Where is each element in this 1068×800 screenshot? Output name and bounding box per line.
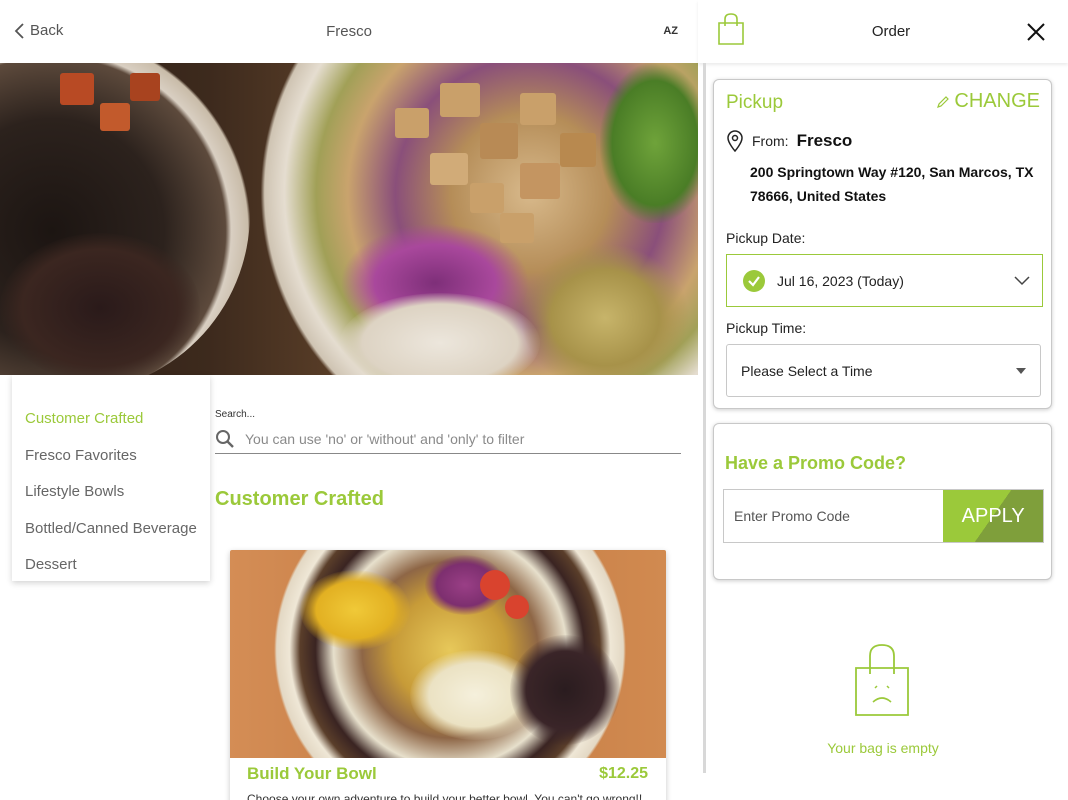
pickup-date-select[interactable]: Jul 16, 2023 (Today): [726, 254, 1043, 307]
section-title: Customer Crafted: [215, 488, 384, 510]
category-menu: Customer Crafted Fresco Favorites Lifest…: [12, 375, 210, 581]
pickup-time-label: Pickup Time:: [726, 320, 807, 336]
menu-item-image: [230, 550, 666, 758]
top-bar: Back Fresco AZ: [0, 0, 698, 63]
promo-title: Have a Promo Code?: [725, 453, 907, 473]
pickup-time-select[interactable]: Please Select a Time: [726, 344, 1041, 397]
order-title: Order: [871, 23, 911, 40]
caret-down-icon: [1016, 368, 1026, 374]
from-label: From:: [752, 133, 789, 149]
sad-bag-icon: [855, 644, 909, 716]
pickup-card: Pickup CHANGE From: Fresco 200 Springtow…: [713, 79, 1052, 409]
menu-item-price: $12.25: [599, 765, 648, 782]
store-title: Fresco: [326, 23, 372, 40]
category-item-customer-crafted[interactable]: Customer Crafted: [12, 401, 210, 438]
map-pin-icon: [727, 130, 743, 152]
order-panel: Order Pickup CHANGE From: Fresco 200 Spr…: [698, 0, 1068, 800]
promo-card: Have a Promo Code? APPLY: [713, 423, 1052, 580]
menu-pane: Back Fresco AZ Customer Crafted Fresco F…: [0, 0, 698, 800]
chevron-down-icon: [1014, 276, 1030, 286]
pickup-title: Pickup: [726, 92, 784, 113]
hero-banner-image: [0, 63, 698, 375]
sort-az-button[interactable]: AZ: [663, 25, 678, 37]
category-item-bottled-canned-beverage[interactable]: Bottled/Canned Beverage: [12, 511, 210, 548]
pencil-icon: [937, 95, 950, 108]
panel-scrollbar[interactable]: [703, 63, 706, 773]
store-address: 200 Springtown Way #120, San Marcos, TX …: [750, 164, 1034, 204]
pickup-time-value: Please Select a Time: [741, 362, 873, 379]
category-item-dessert[interactable]: Dessert: [12, 547, 210, 584]
search-icon: [216, 429, 234, 448]
pickup-date-label: Pickup Date:: [726, 230, 806, 246]
check-circle-icon: [743, 269, 765, 292]
menu-item-name: Build Your Bowl: [247, 764, 377, 783]
promo-code-input[interactable]: [724, 490, 944, 542]
menu-item-card[interactable]: Build Your Bowl $12.25 Choose your own a…: [230, 550, 666, 800]
change-button[interactable]: CHANGE: [936, 90, 1040, 113]
menu-item-description: Choose your own adventure to build your …: [247, 792, 643, 800]
pickup-date-value: Jul 16, 2023 (Today): [777, 272, 904, 289]
order-header: Order: [698, 0, 1068, 63]
close-icon[interactable]: [1024, 20, 1048, 44]
change-label: CHANGE: [954, 90, 1040, 112]
search-input[interactable]: [245, 430, 665, 447]
category-item-fresco-favorites[interactable]: Fresco Favorites: [12, 438, 210, 475]
category-item-lifestyle-bowls[interactable]: Lifestyle Bowls: [12, 474, 210, 511]
empty-bag-text: Your bag is empty: [827, 740, 939, 756]
store-name: Fresco: [796, 131, 853, 150]
search-box: Search...: [215, 409, 681, 454]
search-label: Search...: [215, 409, 256, 420]
apply-button[interactable]: APPLY: [943, 490, 1043, 542]
